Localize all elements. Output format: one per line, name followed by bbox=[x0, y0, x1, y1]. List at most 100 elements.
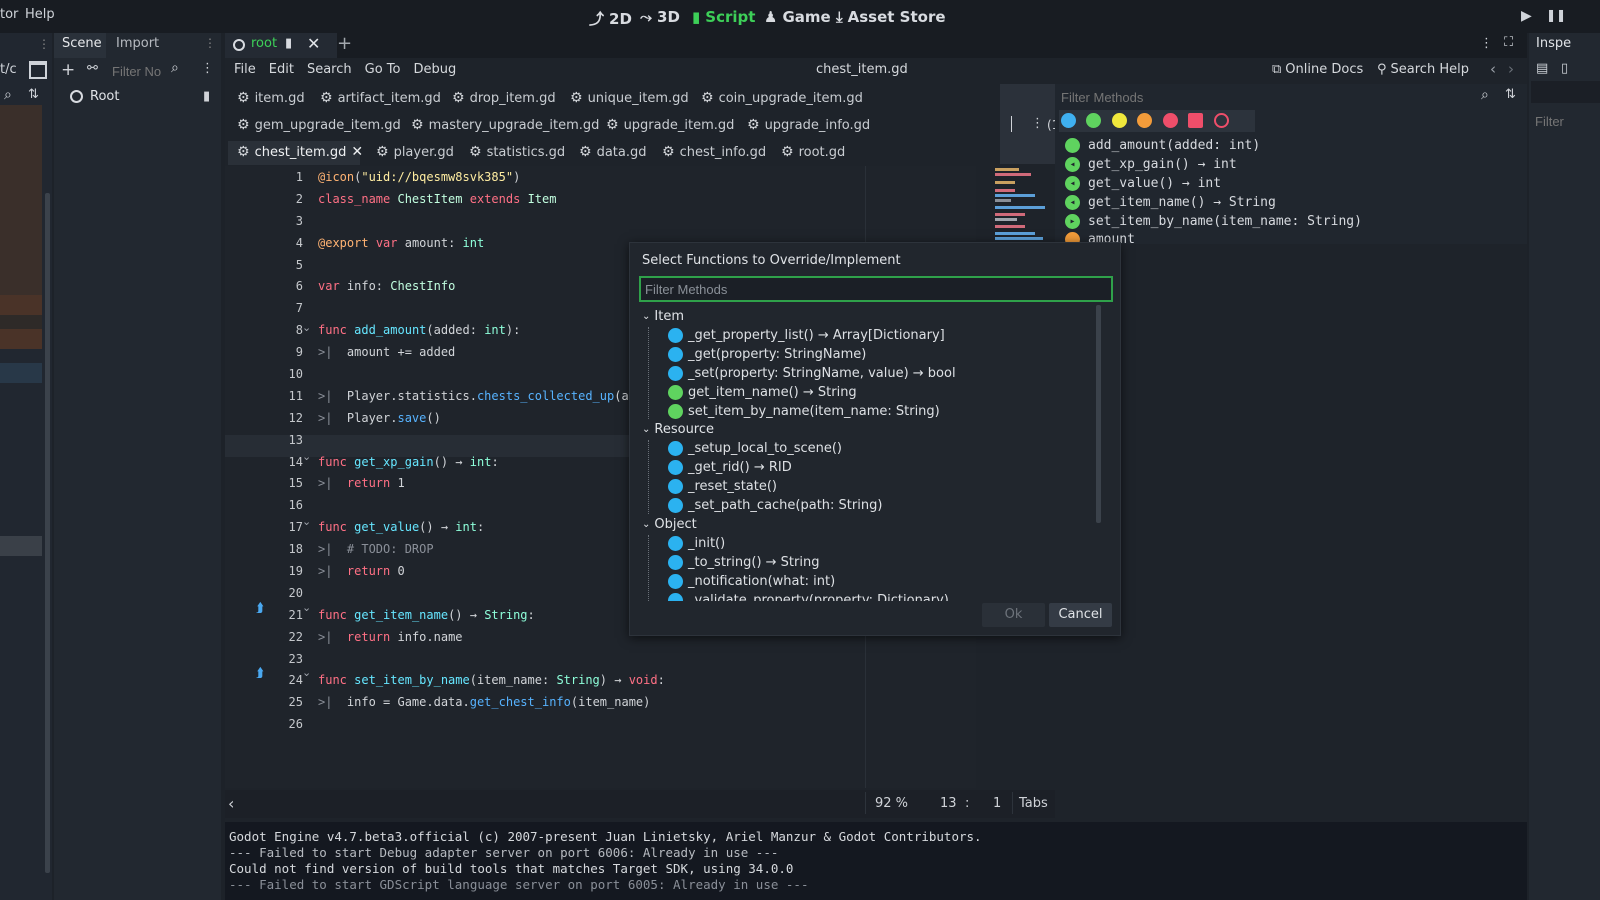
inspector-path[interactable] bbox=[1531, 81, 1600, 103]
method-item[interactable]: ▸ set_item_by_name(item_name: String) bbox=[1065, 214, 1362, 229]
new-resource-icon[interactable]: ▤ bbox=[1536, 61, 1548, 76]
dialog-filter-field[interactable] bbox=[639, 276, 1113, 302]
sort-icon[interactable]: ⇅ bbox=[1505, 87, 1516, 102]
asset-store-button[interactable]: ⤓ Asset Store bbox=[836, 8, 946, 26]
tree-item[interactable]: _get_rid() → RID bbox=[668, 460, 792, 475]
menu-search[interactable]: Search bbox=[307, 62, 352, 77]
method-item[interactable]: ◂ get_item_name() → String bbox=[1065, 195, 1276, 210]
more-options-icon[interactable]: ⋮ bbox=[204, 36, 216, 50]
workspace-game-button[interactable]: ♟ Game bbox=[764, 8, 831, 26]
filter-properties-input[interactable] bbox=[1533, 111, 1597, 131]
tree-item[interactable]: _validate_property(property: Dictionary) bbox=[668, 593, 949, 601]
override-icon[interactable]: ⮭ bbox=[256, 666, 264, 681]
override-icon[interactable]: ⮭ bbox=[256, 601, 264, 616]
tree-item[interactable]: _set_path_cache(path: String) bbox=[668, 498, 882, 513]
tree-item[interactable]: _init() bbox=[668, 536, 725, 551]
tree-item[interactable]: _notification(what: int) bbox=[668, 574, 835, 589]
fold-arrow-icon[interactable]: ⌄ bbox=[302, 450, 311, 463]
window-icon[interactable] bbox=[29, 61, 47, 79]
code-minimap[interactable] bbox=[995, 166, 1047, 246]
menu-help[interactable]: Help bbox=[25, 7, 55, 22]
file-tab[interactable]: ⚙ drop_item.gd bbox=[452, 90, 556, 106]
file-tab[interactable]: ⚙ coin_upgrade_item.gd bbox=[701, 90, 863, 106]
tree-item[interactable]: _reset_state() bbox=[668, 479, 777, 494]
tree-item[interactable]: _setup_local_to_scene() bbox=[668, 441, 842, 456]
tree-item[interactable]: get_item_name() → String bbox=[668, 385, 857, 400]
tab-import[interactable]: Import bbox=[116, 36, 159, 51]
sort-icon[interactable]: ⇅ bbox=[28, 87, 39, 102]
link-icon[interactable]: ⚯ bbox=[87, 61, 98, 76]
tree-item[interactable]: _get_property_list() → Array[Dictionary] bbox=[668, 328, 945, 343]
add-tab-icon[interactable]: + bbox=[337, 33, 352, 54]
back-icon[interactable]: ‹ bbox=[1490, 60, 1496, 78]
search-help-button[interactable]: ⚲ Search Help bbox=[1377, 62, 1469, 77]
workspace-2d-button[interactable]: ⤴ 2D bbox=[589, 8, 632, 29]
tree-group-object[interactable]: ⌄ Object bbox=[642, 517, 697, 532]
menu-edit[interactable]: Edit bbox=[269, 62, 294, 77]
more-options-icon[interactable]: ⋮ bbox=[1031, 116, 1044, 131]
online-docs-button[interactable]: ⧉ Online Docs bbox=[1272, 62, 1363, 77]
search-icon[interactable]: ⌕ bbox=[4, 87, 12, 103]
ok-button[interactable]: Ok bbox=[982, 603, 1045, 627]
left-dock-tab[interactable]: t/c bbox=[0, 62, 17, 77]
file-tab[interactable]: ⚙ chest_info.gd bbox=[662, 144, 766, 160]
filter-nodes-input[interactable] bbox=[110, 61, 172, 81]
play-icon[interactable]: ▶ bbox=[1521, 8, 1532, 24]
workspace-3d-button[interactable]: ⤳ 3D bbox=[640, 8, 680, 26]
cancel-button[interactable]: Cancel bbox=[1049, 603, 1112, 627]
fullscreen-icon[interactable]: ⛶ bbox=[1504, 35, 1513, 50]
file-tab[interactable]: ⚙ upgrade_info.gd bbox=[747, 117, 870, 133]
method-item[interactable]: ◂ get_value() → int bbox=[1065, 176, 1221, 191]
filter-methods-input[interactable] bbox=[1059, 86, 1483, 108]
filter-method-icon[interactable] bbox=[1086, 113, 1101, 128]
filter-export-icon[interactable] bbox=[1188, 113, 1203, 128]
methods-tree[interactable]: ⌄ Item _get_property_list() → Array[Dicti… bbox=[638, 305, 1104, 601]
file-tab[interactable]: ⚙ root.gd bbox=[781, 144, 845, 160]
fold-arrow-icon[interactable]: ⌄ bbox=[302, 601, 311, 614]
tree-item[interactable]: _set(property: StringName, value) → bool bbox=[668, 366, 956, 381]
file-tab[interactable]: ⚙ unique_item.gd bbox=[570, 90, 689, 106]
filter-constant-icon[interactable] bbox=[1163, 113, 1178, 128]
load-resource-icon[interactable]: ▯ bbox=[1561, 61, 1568, 76]
filter-property-icon[interactable] bbox=[1112, 113, 1127, 128]
fold-arrow-icon[interactable]: ⌄ bbox=[302, 515, 311, 528]
more-options-icon[interactable]: ⋮ bbox=[38, 37, 50, 51]
method-item[interactable]: ◂ get_xp_gain() → int bbox=[1065, 157, 1237, 172]
tree-item[interactable]: _to_string() → String bbox=[668, 555, 819, 570]
selected-file-row[interactable] bbox=[0, 536, 42, 556]
file-tab[interactable]: ⚙ gem_upgrade_item.gd bbox=[237, 117, 401, 133]
file-tab-active[interactable]: ⚙ chest_item.gd ✕ bbox=[237, 144, 363, 160]
fold-arrow-icon[interactable]: ⌄ bbox=[302, 666, 311, 679]
menu-debug[interactable]: Debug bbox=[413, 62, 456, 77]
tab-root[interactable]: root ▮ ✕ bbox=[225, 33, 337, 58]
close-icon[interactable]: ✕ bbox=[307, 34, 320, 53]
attached-script-icon[interactable]: ▮ bbox=[203, 89, 210, 104]
tree-group-item[interactable]: ⌄ Item bbox=[642, 309, 684, 324]
file-tab[interactable]: ⚙ artifact_item.gd bbox=[320, 90, 441, 106]
filter-signal-icon[interactable] bbox=[1061, 113, 1076, 128]
pause-icon[interactable]: ❚❚ bbox=[1546, 8, 1566, 22]
more-options-icon[interactable]: ⋮ bbox=[1480, 36, 1493, 51]
tab-scene[interactable]: Scene bbox=[62, 36, 102, 51]
toggle-scripts-panel-icon[interactable]: ‹ bbox=[228, 794, 234, 813]
scrollbar[interactable] bbox=[45, 193, 50, 873]
menu-file[interactable]: File bbox=[234, 62, 256, 77]
tree-item[interactable]: set_item_by_name(item_name: String) bbox=[668, 404, 940, 419]
scene-tree-root[interactable]: Root bbox=[70, 89, 119, 104]
more-options-icon[interactable]: ⋮ bbox=[201, 61, 214, 76]
forward-icon[interactable]: › bbox=[1508, 60, 1514, 78]
fold-arrow-icon[interactable]: ⌄ bbox=[302, 321, 311, 334]
workspace-script-button[interactable]: ▮ Script bbox=[692, 8, 755, 26]
scrollbar[interactable] bbox=[1096, 305, 1101, 523]
tab-inspector[interactable]: Inspe bbox=[1536, 36, 1571, 51]
zoom-level[interactable]: 92 % bbox=[875, 796, 908, 811]
close-icon[interactable]: ✕ bbox=[351, 144, 363, 160]
filter-methods-input[interactable] bbox=[641, 278, 1111, 300]
menu-goto[interactable]: Go To bbox=[365, 62, 401, 77]
file-tab[interactable]: ⚙ player.gd bbox=[376, 144, 454, 160]
file-tab[interactable]: ⚙ upgrade_item.gd bbox=[606, 117, 734, 133]
file-tab[interactable]: ⚙ statistics.gd bbox=[469, 144, 565, 160]
filter-node-icon[interactable] bbox=[1214, 113, 1229, 128]
file-tab[interactable]: ⚙ data.gd bbox=[579, 144, 646, 160]
indent-mode[interactable]: Tabs bbox=[1019, 796, 1048, 811]
